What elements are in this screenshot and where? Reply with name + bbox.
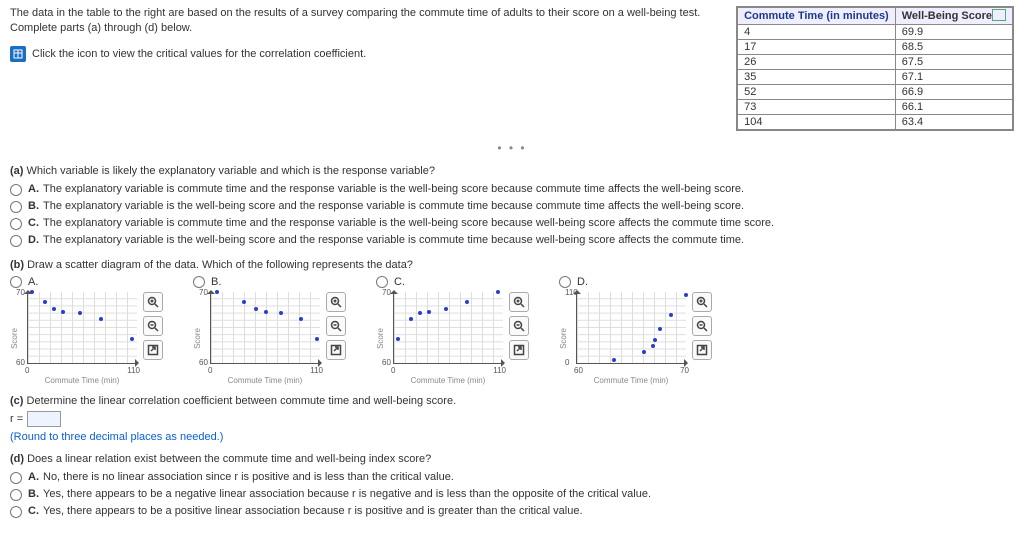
x-axis-label: Commute Time (min)	[45, 376, 120, 385]
y-axis-label: Score	[559, 328, 568, 349]
table-header-commute: Commute Time (in minutes)	[738, 8, 896, 25]
rounding-note: (Round to three decimal places as needed…	[10, 431, 1014, 443]
x-axis-label: Commute Time (min)	[411, 376, 486, 385]
radio-a-A[interactable]	[10, 184, 22, 196]
popup-icon[interactable]	[992, 9, 1006, 21]
radio-a-B[interactable]	[10, 201, 22, 213]
critical-values-label: Click the icon to view the critical valu…	[32, 48, 366, 60]
radio-d-C[interactable]	[10, 506, 22, 518]
y-axis-label: Score	[376, 328, 385, 349]
radio-b-B[interactable]	[193, 276, 205, 288]
option-a-B[interactable]: B.The explanatory variable is the well-b…	[10, 198, 1014, 215]
table-row: 7366.1	[738, 100, 1013, 115]
x-axis-label: Commute Time (min)	[228, 376, 303, 385]
expand-icon[interactable]	[509, 340, 529, 360]
table-row: 469.9	[738, 25, 1013, 40]
question-d: (d) Does a linear relation exist between…	[10, 453, 1014, 465]
question-a: (a) Which variable is likely the explana…	[10, 165, 1014, 177]
radio-a-D[interactable]	[10, 235, 22, 247]
option-d-B[interactable]: B.Yes, there appears to be a negative li…	[10, 486, 1014, 503]
option-d-C[interactable]: C.Yes, there appears to be a positive li…	[10, 503, 1014, 520]
scatter-plot-D: 11006070	[576, 292, 686, 364]
radio-b-A[interactable]	[10, 276, 22, 288]
table-header-score: Well-Being Score	[895, 8, 1012, 25]
table-icon	[10, 46, 26, 62]
zoom-in-icon[interactable]	[692, 292, 712, 312]
r-label: r =	[10, 413, 23, 425]
zoom-in-icon[interactable]	[143, 292, 163, 312]
more-indicator[interactable]: • • •	[10, 141, 1014, 155]
table-row: 5266.9	[738, 85, 1013, 100]
zoom-in-icon[interactable]	[326, 292, 346, 312]
expand-icon[interactable]	[143, 340, 163, 360]
y-axis-label: Score	[10, 328, 19, 349]
zoom-out-icon[interactable]	[326, 316, 346, 336]
option-a-A[interactable]: A.The explanatory variable is commute ti…	[10, 181, 1014, 198]
expand-icon[interactable]	[326, 340, 346, 360]
radio-d-A[interactable]	[10, 472, 22, 484]
scatter-plot-B: 70600110	[210, 292, 320, 364]
table-row: 1768.5	[738, 40, 1013, 55]
question-c: (c) Determine the linear correlation coe…	[10, 395, 1014, 407]
question-b: (b) Draw a scatter diagram of the data. …	[10, 259, 1014, 271]
radio-b-D[interactable]	[559, 276, 571, 288]
critical-values-link[interactable]: Click the icon to view the critical valu…	[10, 46, 706, 62]
radio-d-B[interactable]	[10, 489, 22, 501]
r-input[interactable]	[27, 411, 61, 427]
radio-a-C[interactable]	[10, 218, 22, 230]
scatter-plot-C: 70600110	[393, 292, 503, 364]
scatter-plot-A: 70600110	[27, 292, 137, 364]
data-table: Commute Time (in minutes) Well-Being Sco…	[736, 6, 1014, 131]
table-row: 10463.4	[738, 115, 1013, 130]
option-a-D[interactable]: D.The explanatory variable is the well-b…	[10, 232, 1014, 249]
zoom-out-icon[interactable]	[692, 316, 712, 336]
x-axis-label: Commute Time (min)	[594, 376, 669, 385]
table-row: 3567.1	[738, 70, 1013, 85]
intro-text: The data in the table to the right are b…	[10, 6, 706, 36]
expand-icon[interactable]	[692, 340, 712, 360]
zoom-in-icon[interactable]	[509, 292, 529, 312]
table-row: 2667.5	[738, 55, 1013, 70]
zoom-out-icon[interactable]	[143, 316, 163, 336]
option-a-C[interactable]: C.The explanatory variable is commute ti…	[10, 215, 1014, 232]
radio-b-C[interactable]	[376, 276, 388, 288]
option-d-A[interactable]: A.No, there is no linear association sin…	[10, 469, 1014, 486]
zoom-out-icon[interactable]	[509, 316, 529, 336]
y-axis-label: Score	[193, 328, 202, 349]
